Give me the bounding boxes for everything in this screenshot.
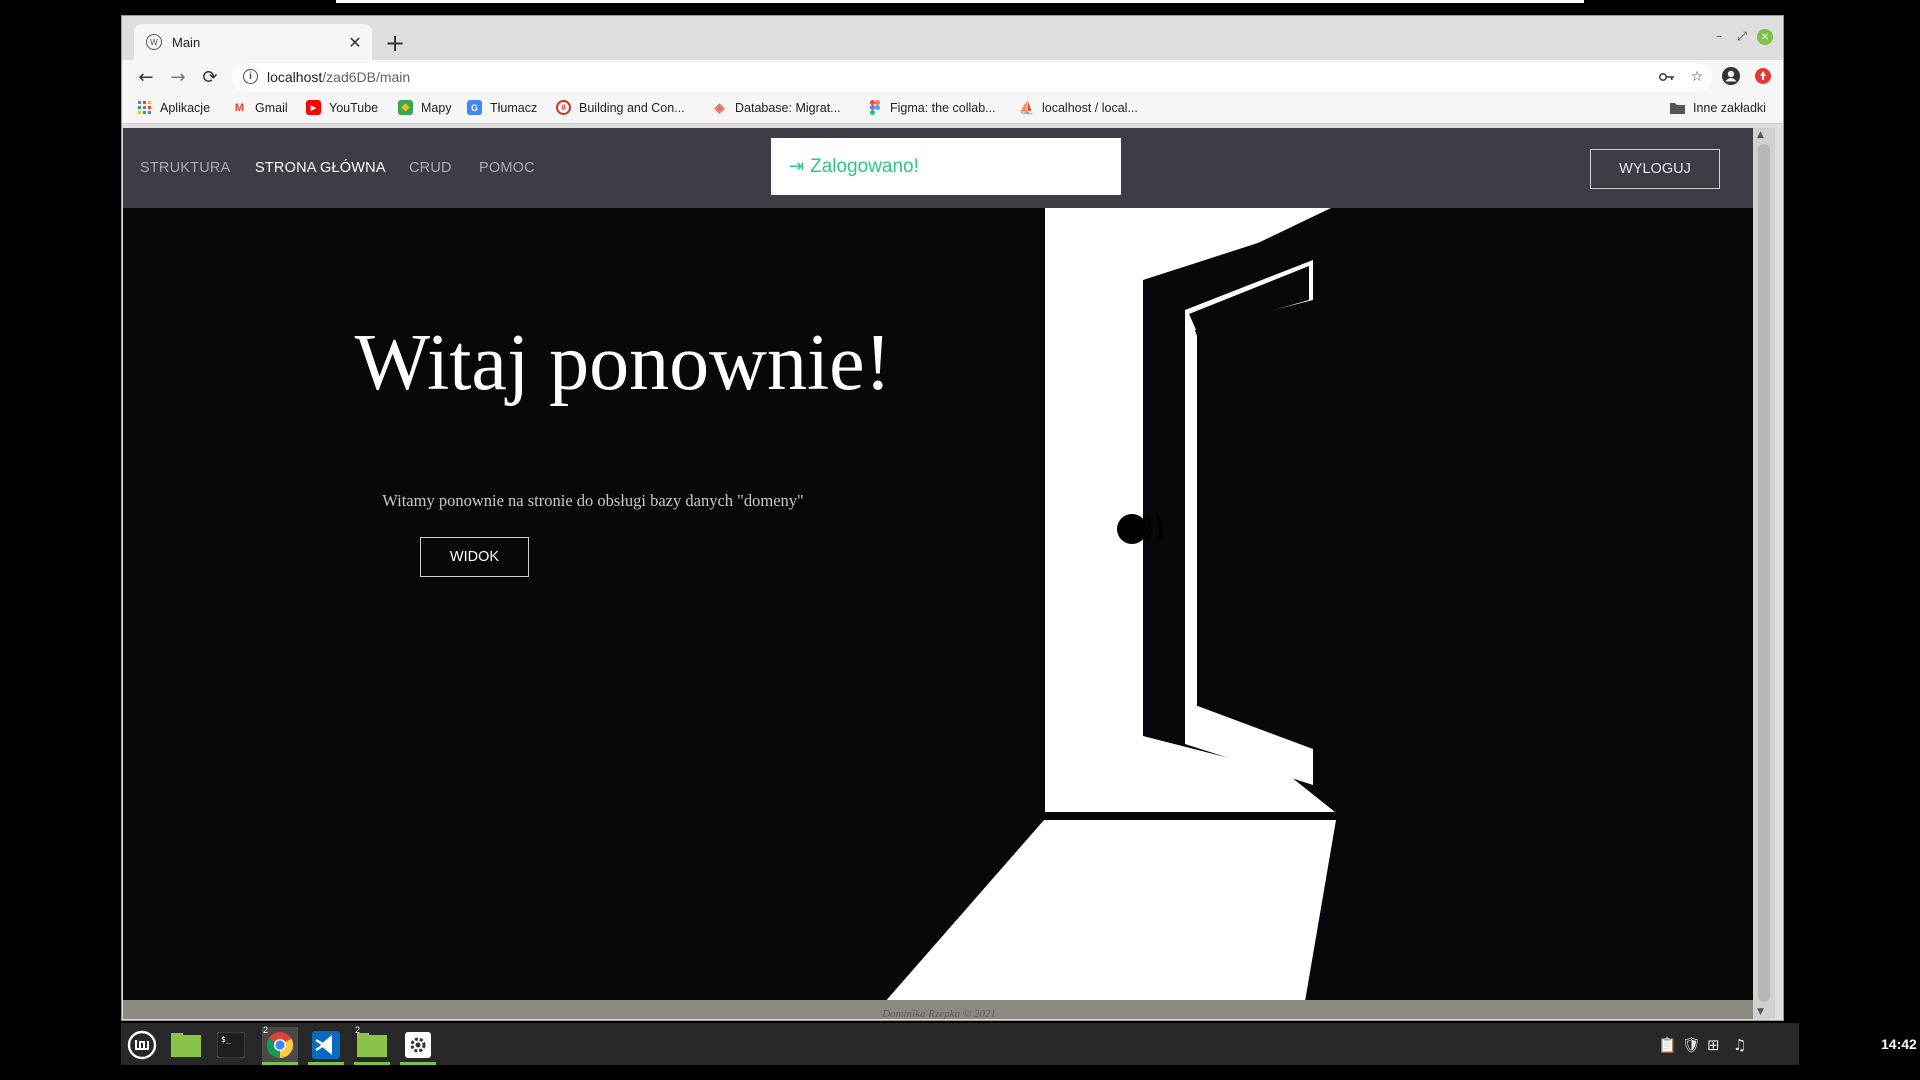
- folder-icon: [1670, 100, 1685, 115]
- bookmark-label: Database: Migrat...: [735, 100, 841, 115]
- nav-strona-glowna[interactable]: STRONA GŁÓWNA: [255, 160, 386, 176]
- nav-pomoc[interactable]: POMOC: [479, 160, 535, 176]
- bookmark-building[interactable]: # Building and Con...: [556, 100, 685, 115]
- extension-icon[interactable]: [1752, 65, 1774, 87]
- other-bookmarks[interactable]: Inne zakładki: [1670, 100, 1766, 115]
- bookmark-label: localhost / local...: [1042, 100, 1138, 115]
- bookmark-label: Mapy: [421, 100, 452, 115]
- youtube-icon: ▶: [306, 100, 321, 115]
- bookmark-database[interactable]: ◈ Database: Migrat...: [712, 100, 841, 115]
- login-toast: ⇥ Zalogowano!: [771, 138, 1121, 195]
- sound-icon[interactable]: ♫: [1733, 1036, 1746, 1054]
- bookmark-maps[interactable]: ◆ Mapy: [398, 100, 452, 115]
- network-icon[interactable]: ⊞: [1707, 1036, 1720, 1054]
- gmail-icon: M: [234, 101, 245, 114]
- files-icon[interactable]: [168, 1027, 204, 1063]
- tab-title: Main: [172, 34, 201, 50]
- widok-button[interactable]: WIDOK: [420, 537, 529, 577]
- phpmyadmin-icon: ⛵: [1019, 100, 1034, 115]
- hero-title: Witaj ponownie!: [354, 319, 892, 407]
- bookmark-gmail[interactable]: M Gmail: [232, 100, 288, 115]
- bookmark-label: Tłumacz: [490, 100, 538, 115]
- bookmark-label: YouTube: [329, 100, 379, 115]
- scroll-down-icon[interactable]: ▼: [1757, 1007, 1764, 1017]
- hero-subtitle: Witamy ponownie na stronie do obsługi ba…: [382, 491, 804, 510]
- url-host: localhost: [267, 69, 323, 85]
- forward-button[interactable]: →: [163, 62, 193, 92]
- page-viewport: STRUKTURA STRONA GŁÓWNA CRUD POMOC ⇥ Zal…: [123, 128, 1755, 1019]
- apps-grid-icon: [137, 100, 152, 115]
- bootstrap-like-icon: #: [556, 100, 571, 115]
- vscode-icon[interactable]: [308, 1027, 344, 1065]
- new-tab-button[interactable]: +: [380, 28, 410, 58]
- chrome-badge: 2: [263, 1025, 269, 1035]
- back-button[interactable]: ←: [131, 62, 161, 92]
- bookmark-localhost[interactable]: ⛵ localhost / local...: [1019, 100, 1138, 115]
- site-navbar: STRUKTURA STRONA GŁÓWNA CRUD POMOC ⇥ Zal…: [123, 128, 1755, 208]
- laravel-icon: ◈: [714, 99, 725, 115]
- toast-message: Zalogowano!: [810, 155, 919, 177]
- reload-button[interactable]: ⟳: [195, 62, 225, 92]
- bookmark-translate[interactable]: G Tłumacz: [467, 100, 537, 115]
- shield-icon[interactable]: 🛡: [1682, 1036, 1701, 1054]
- bookmark-label: Figma: the collab...: [890, 100, 996, 115]
- maximize-button[interactable]: ⤢: [1732, 26, 1752, 46]
- maps-icon: ◆: [398, 100, 413, 115]
- bookmark-label: Gmail: [255, 100, 288, 115]
- profile-icon[interactable]: [1720, 65, 1742, 87]
- clock[interactable]: 14:42: [1881, 1036, 1917, 1052]
- bookmark-star-icon[interactable]: ☆: [1687, 67, 1707, 87]
- bookmarks-bar: Aplikacje M Gmail ▶ YouTube ◆ Mapy G Tłu…: [122, 94, 1783, 124]
- svg-text:$_: $_: [221, 1035, 231, 1044]
- chrome-icon[interactable]: 2: [262, 1025, 298, 1065]
- settings-icon[interactable]: [400, 1027, 436, 1065]
- figma-icon: [867, 100, 882, 115]
- login-icon: ⇥: [789, 156, 805, 177]
- page-footer: Dominika Rzepka © 2021: [123, 1000, 1755, 1019]
- key-icon[interactable]: [1657, 67, 1677, 87]
- minimize-button[interactable]: –: [1709, 26, 1729, 46]
- url-path: /zad6DB/main: [322, 69, 411, 85]
- bookmark-figma[interactable]: Figma: the collab...: [867, 100, 996, 115]
- bookmark-apps[interactable]: Aplikacje: [137, 100, 210, 115]
- url-text: localhost/zad6DB/main: [267, 69, 410, 85]
- close-window-button[interactable]: ✕: [1757, 29, 1773, 45]
- address-bar[interactable]: i localhost/zad6DB/main ☆: [232, 63, 1712, 91]
- taskbar: $_ 2 2 📋 🛡 ⊞ ♫ 14:42: [121, 1023, 1917, 1065]
- tab-close-icon[interactable]: ✕: [344, 31, 366, 53]
- top-panel-strip: [336, 0, 1584, 3]
- browser-toolbar: ← → ⟳ i localhost/zad6DB/main ☆: [122, 60, 1783, 94]
- tab-strip: W Main ✕ + – ⤢ ✕: [122, 16, 1783, 60]
- bookmark-label: Building and Con...: [579, 100, 685, 115]
- folder-icon[interactable]: 2: [354, 1025, 390, 1065]
- bookmark-youtube[interactable]: ▶ YouTube: [306, 100, 378, 115]
- nav-crud[interactable]: CRUD: [409, 160, 452, 176]
- scroll-up-icon[interactable]: ▲: [1757, 130, 1764, 140]
- tab-main[interactable]: W Main ✕: [134, 24, 372, 60]
- bookmark-label: Aplikacje: [160, 100, 211, 115]
- site-info-icon[interactable]: i: [243, 69, 258, 84]
- clipboard-icon[interactable]: 📋: [1658, 1036, 1677, 1054]
- page-scrollbar[interactable]: ▲ ▼: [1753, 128, 1775, 1019]
- scroll-thumb[interactable]: [1758, 144, 1770, 1002]
- nav-struktura[interactable]: STRUKTURA: [140, 160, 230, 176]
- mint-menu-icon[interactable]: [124, 1027, 160, 1063]
- translate-icon: G: [467, 100, 482, 115]
- tab-favicon-icon: W: [146, 34, 162, 50]
- terminal-icon[interactable]: $_: [213, 1027, 249, 1063]
- other-bookmarks-label: Inne zakładki: [1693, 100, 1766, 115]
- browser-window: W Main ✕ + – ⤢ ✕ ← → ⟳ i localhost/zad6D…: [121, 15, 1784, 1021]
- logout-button[interactable]: WYLOGUJ: [1590, 149, 1720, 189]
- folder-badge: 2: [355, 1025, 361, 1035]
